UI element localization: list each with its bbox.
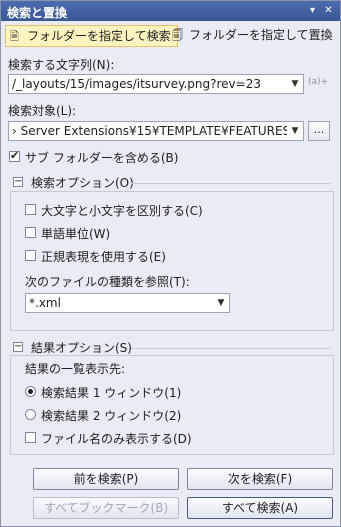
radio-selected-dot bbox=[28, 389, 33, 394]
result-options-header: 結果オプション(S) bbox=[31, 341, 132, 355]
divider bbox=[131, 348, 331, 349]
chevron-down-icon[interactable]: ▼ bbox=[213, 294, 229, 312]
divider bbox=[131, 183, 331, 184]
find-what-combobox[interactable]: /_layouts/15/images/itsurvey.png?rev=23 … bbox=[8, 74, 304, 94]
tab-replace-in-files-label: フォルダーを指定して置換 bbox=[189, 28, 333, 42]
whole-word-label: 単語単位(W) bbox=[41, 227, 111, 241]
result1-label: 検索結果 1 ウィンドウ(1) bbox=[41, 386, 182, 400]
regex-checkbox[interactable] bbox=[25, 250, 36, 261]
filenames-only-label: ファイル名のみ表示する(D) bbox=[41, 432, 192, 446]
look-in-value: › Server Extensions¥15¥TEMPLATE¥FEATURES bbox=[12, 124, 291, 138]
result1-radio[interactable] bbox=[25, 386, 36, 397]
find-options-header: 検索オプション(O) bbox=[31, 176, 134, 190]
result2-label: 検索結果 2 ウィンドウ(2) bbox=[41, 409, 182, 423]
file-types-label: 次のファイルの種類を参照(T): bbox=[25, 275, 190, 289]
bookmark-all-button[interactable]: すべてブックマーク(B) bbox=[33, 497, 179, 519]
filenames-only-checkbox[interactable] bbox=[25, 432, 36, 443]
include-subfolders-checkbox[interactable]: ✔ bbox=[9, 149, 20, 162]
checkmark-icon: ✔ bbox=[10, 149, 20, 162]
expression-builder-button[interactable]: (a)+ bbox=[308, 77, 328, 87]
look-in-label: 検索対象(L): bbox=[8, 104, 77, 118]
regex-label: 正規表現を使用する(E) bbox=[41, 250, 166, 264]
title-bar[interactable]: 検索と置換 ▾ ✕ bbox=[1, 1, 340, 21]
find-next-button[interactable]: 次を検索(F) bbox=[187, 468, 333, 490]
replace-in-files-icon: 🗐 bbox=[172, 29, 183, 42]
collapse-find-options-icon[interactable]: − bbox=[13, 177, 23, 187]
dropdown-icon[interactable]: ▾ bbox=[306, 4, 319, 17]
chevron-down-icon[interactable]: ▼ bbox=[287, 75, 303, 93]
find-previous-button[interactable]: 前を検索(P) bbox=[33, 468, 179, 490]
file-types-value: *.xml bbox=[29, 296, 61, 310]
collapse-result-options-icon[interactable]: − bbox=[13, 342, 23, 352]
find-replace-window: 検索と置換 ▾ ✕ 🗎 フォルダーを指定して検索 🗐 フォルダーを指定して置換 検索… bbox=[0, 0, 341, 527]
find-what-value: /_layouts/15/images/itsurvey.png?rev=23 bbox=[12, 77, 261, 91]
look-in-combobox[interactable]: › Server Extensions¥15¥TEMPLATE¥FEATURES… bbox=[8, 121, 304, 141]
tab-find-in-files[interactable]: 🗎 フォルダーを指定して検索 bbox=[5, 25, 178, 47]
tab-find-in-files-label: フォルダーを指定して検索 bbox=[27, 29, 171, 43]
mode-toolbar: 🗎 フォルダーを指定して検索 🗐 フォルダーを指定して置換 bbox=[1, 22, 340, 48]
close-icon[interactable]: ✕ bbox=[322, 4, 335, 17]
file-types-combobox[interactable]: *.xml ▼ bbox=[25, 293, 230, 313]
include-subfolders-label: サブ フォルダーを含める(B) bbox=[25, 151, 179, 165]
chevron-down-icon[interactable]: ▼ bbox=[287, 122, 303, 140]
window-title: 検索と置換 bbox=[7, 6, 68, 20]
result-list-label: 結果の一覧表示先: bbox=[25, 362, 126, 376]
browse-button[interactable]: ... bbox=[308, 121, 330, 141]
match-case-checkbox[interactable] bbox=[25, 204, 36, 215]
tab-replace-in-files[interactable]: 🗐 フォルダーを指定して置換 bbox=[168, 25, 339, 45]
match-case-label: 大文字と小文字を区別する(C) bbox=[41, 204, 203, 218]
find-all-button[interactable]: すべて検索(A) bbox=[187, 497, 333, 519]
whole-word-checkbox[interactable] bbox=[25, 227, 36, 238]
result2-radio[interactable] bbox=[25, 409, 36, 420]
find-what-label: 検索する文字列(N): bbox=[8, 58, 115, 72]
find-in-files-icon: 🗎 bbox=[10, 30, 19, 43]
